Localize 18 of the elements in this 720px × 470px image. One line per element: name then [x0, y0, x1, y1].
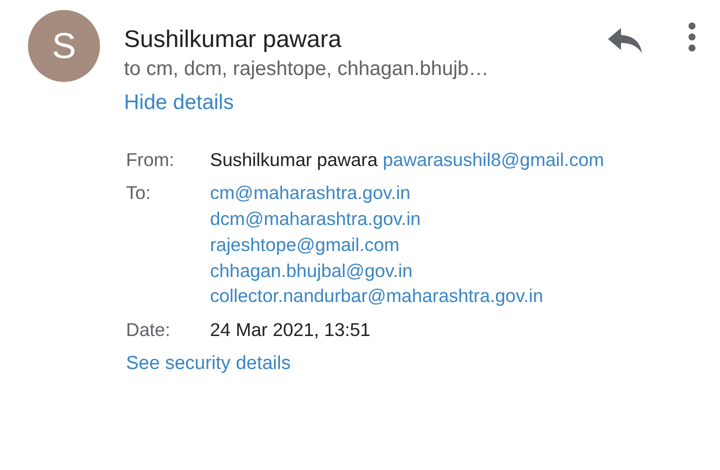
security-details-link[interactable]: See security details [126, 351, 291, 377]
date-label: Date: [126, 318, 172, 342]
from-email-link[interactable]: pawarasushil8@gmail.com [382, 148, 604, 170]
hide-details-link[interactable]: Hide details [124, 87, 234, 118]
recipient-email-link[interactable]: collector.nandurbar@maharashtra.gov.in [210, 283, 544, 310]
reply-icon[interactable] [608, 28, 642, 54]
recipient-email-link[interactable]: cm@maharashtra.gov.in [210, 180, 544, 206]
from-label: From: [126, 148, 176, 172]
sender-name: Sushilkumar pawara [124, 25, 342, 55]
avatar: S [28, 10, 100, 82]
from-name: Sushilkumar pawara [210, 148, 378, 170]
date-value: 24 Mar 2021, 13:51 [210, 318, 370, 342]
to-label: To: [126, 181, 152, 206]
recipient-email-link[interactable]: dcm@maharashtra.gov.in [210, 206, 544, 232]
recipients-summary: to cm, dcm, rajeshtope, chhagan.bhujb… [124, 57, 490, 82]
recipient-email-link[interactable]: rajeshtope@gmail.com [210, 232, 544, 258]
recipient-email-link[interactable]: chhagan.bhujbal@gov.in [210, 258, 544, 284]
more-options-icon[interactable] [688, 22, 696, 52]
